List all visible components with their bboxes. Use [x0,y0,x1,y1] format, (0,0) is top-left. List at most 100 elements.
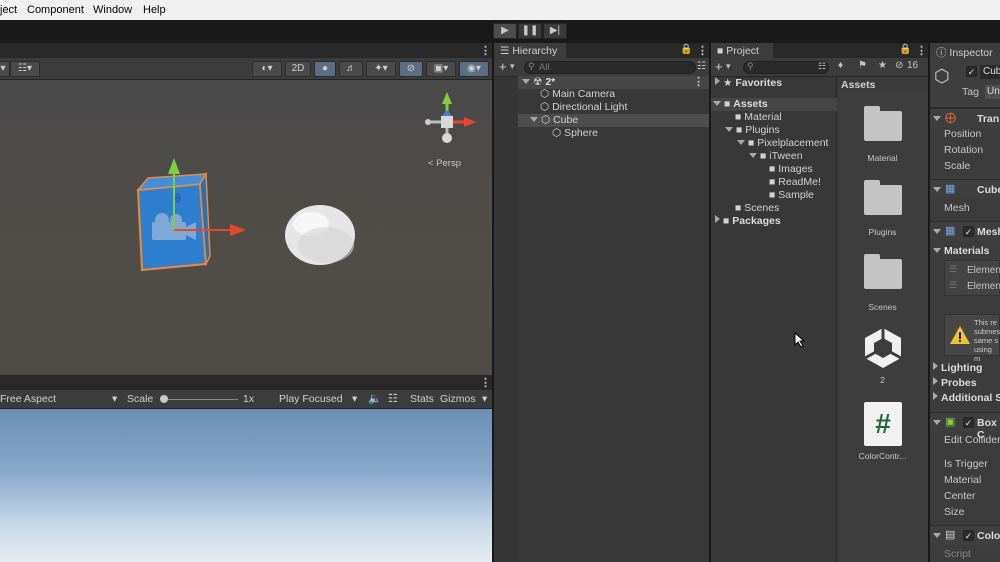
camera-settings-icon[interactable]: ▣▾ [426,61,456,77]
mesh-renderer-enabled-checkbox[interactable]: ✓ [963,226,974,238]
tree-assets[interactable]: ■ Assets [711,98,837,111]
audio-toggle-icon[interactable]: ♬ [339,61,363,77]
filter-by-type-icon[interactable]: ♦ [838,60,843,71]
scene-more-icon[interactable]: ⋮ [480,44,491,57]
project-more-icon[interactable]: ⋮ [916,44,927,57]
project-create-chevron-icon[interactable]: ▾ [726,61,731,72]
scenes-folder-icon[interactable] [864,254,902,289]
gizmos-toggle-icon[interactable]: ◉▾ [459,61,489,77]
game-more-icon[interactable]: ⋮ [480,376,491,389]
is-trigger-label[interactable]: Is Trigger [944,458,1000,470]
hidden-packages-icon[interactable]: ⊘ [895,60,903,71]
orientation-gizmo[interactable] [425,92,476,143]
tree-scenes[interactable]: ■ Scenes [711,202,779,215]
plugins-folder-icon[interactable] [864,180,902,215]
tree-material[interactable]: ■ Material [711,111,782,124]
box-collider-enabled-checkbox[interactable]: ✓ [963,417,974,429]
scale-slider[interactable] [160,399,238,400]
tab-hierarchy[interactable]: ☰ Hierarchy [494,43,566,59]
hierarchy-search-input[interactable]: All [524,61,696,74]
stats-button[interactable]: Stats [410,393,434,405]
scale-label[interactable]: Scale [944,160,1000,172]
size-label[interactable]: Size [944,506,1000,518]
filter-by-label-icon[interactable]: ⚑ [858,60,867,71]
mesh-filter-header[interactable]: ▦ Cube [930,179,1000,199]
box-collider-header[interactable]: ▣ ✓ Box C [930,412,1000,441]
tag-dropdown[interactable]: Un [985,85,1000,99]
lock-icon[interactable]: 🔒 [680,44,692,55]
hidden-objects-icon[interactable]: ⊘ [399,61,423,77]
menu-project[interactable]: ject [0,4,17,16]
materials-foldout[interactable]: Materials [933,245,1000,257]
project-create-plus-icon[interactable]: + [715,59,723,74]
tree-readme[interactable]: ■ ReadMe! [711,176,821,189]
effects-icon[interactable]: ✦▾ [366,61,396,77]
search-filter-icon[interactable]: ☷ [818,61,826,72]
unity-scene-asset-icon[interactable] [861,326,905,370]
center-label[interactable]: Center [944,490,1000,502]
tree-favorites[interactable]: ★ Favorites [711,77,782,90]
drag-handle-icon[interactable]: ☰ [949,264,957,275]
mode-2d-button[interactable]: 2D [285,61,311,77]
material-label[interactable]: Material [944,474,1000,486]
probes-foldout[interactable]: Probes [933,377,1000,389]
persp-label[interactable]: < Persp [428,158,461,169]
element-1-label[interactable]: Elemen [967,281,1000,292]
position-label[interactable]: Position [944,128,1000,140]
tree-packages[interactable]: ■ Packages [711,215,781,228]
active-checkbox[interactable]: ✓ [966,66,977,78]
filter-icon[interactable]: ☷ [697,61,706,72]
edit-collider-label[interactable]: Edit Collider [944,434,1000,446]
hierarchy-item-sphere[interactable]: ⬡ Sphere [518,127,709,140]
tool-dropdown-icon[interactable]: ▾ [0,61,10,77]
object-name-field[interactable]: Cub [980,65,1000,79]
project-search-input[interactable] [743,61,829,74]
hierarchy-item-cube[interactable]: ⬡ Cube [518,114,709,127]
create-chevron-icon[interactable]: ▾ [510,61,515,72]
csharp-script-icon[interactable]: # [864,402,902,446]
aspect-dropdown[interactable]: Free Aspect ▾ [0,393,120,405]
transform-header[interactable]: ⨁ Tran [930,108,1000,128]
pause-button[interactable]: ❚❚ [518,23,542,39]
hierarchy-item-main-camera[interactable]: ⬡ Main Camera [518,88,709,101]
drag-handle-icon[interactable]: ☰ [949,280,957,291]
additional-settings-foldout[interactable]: Additional S [933,392,1000,404]
hierarchy-more-icon[interactable]: ⋮ [697,44,708,57]
material-folder-icon[interactable] [864,106,902,141]
element-0-label[interactable]: Elemen [967,265,1000,276]
tab-inspector[interactable]: ⓘ Inspector [930,43,1000,59]
tree-itween[interactable]: ■ iTween [711,150,803,163]
shortcuts-icon[interactable]: ☷ [388,392,398,405]
menu-component[interactable]: Component [27,4,84,16]
create-plus-icon[interactable]: + [499,59,507,74]
color-script-enabled-checkbox[interactable]: ✓ [963,530,974,542]
menu-window[interactable]: Window [93,4,132,16]
gizmos-dropdown[interactable]: Gizmos ▾ [440,393,490,405]
step-button[interactable]: ▶| [543,23,567,39]
color-script-header[interactable]: ▤ ✓ Colo [930,525,1000,545]
tree-images[interactable]: ■ Images [711,163,813,176]
game-viewport[interactable] [0,409,492,562]
mute-audio-icon[interactable]: 🔈 [368,392,382,405]
tree-plugins[interactable]: ■ Plugins [711,124,780,137]
hierarchy-item-directional-light[interactable]: ⬡ Directional Light [518,101,709,114]
play-button[interactable]: ▶ [493,23,517,39]
collapse-arrow-icon[interactable] [518,114,541,126]
scene-row-more-icon[interactable]: ⋮ [693,75,704,88]
tab-project[interactable]: ■ Project [711,43,773,59]
grid-snap-icon[interactable]: ☷▾ [10,61,40,77]
menu-help[interactable]: Help [143,4,166,16]
play-focused-dropdown[interactable]: Play Focused ▾ [279,393,361,405]
tree-sample[interactable]: ■ Sample [711,189,814,202]
favorite-star-icon[interactable]: ★ [878,60,887,71]
project-lock-icon[interactable]: 🔒 [899,44,911,55]
sphere-object[interactable] [285,205,355,265]
scale-slider-thumb[interactable] [160,395,168,403]
tree-pixelplacement[interactable]: ■ Pixelplacement [711,137,828,150]
scene-viewport[interactable]: < Persp [0,80,492,375]
lighting-toggle-icon[interactable]: ● [314,61,336,77]
rotation-label[interactable]: Rotation [944,144,1000,156]
lighting-foldout[interactable]: Lighting [933,362,1000,374]
mesh-label[interactable]: Mesh [944,202,1000,214]
mesh-renderer-header[interactable]: ▦ ✓ Mesh [930,221,1000,241]
